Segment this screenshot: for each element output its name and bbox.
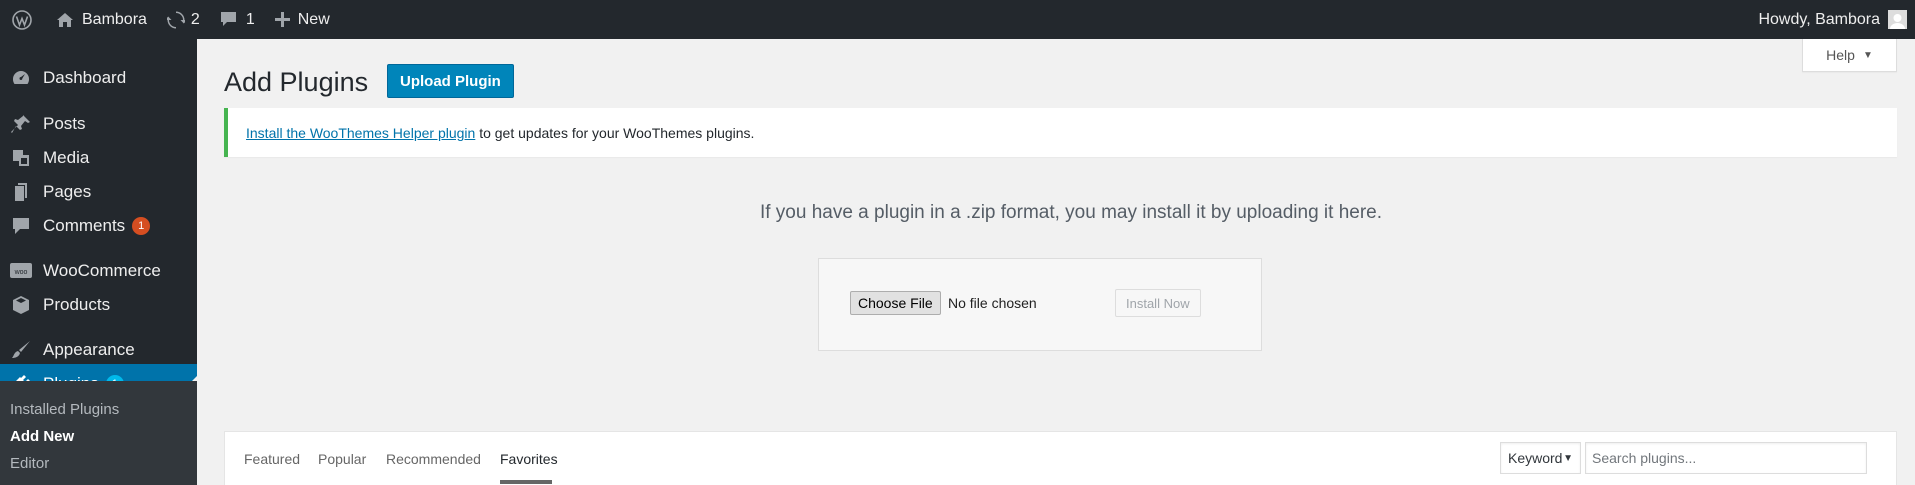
comments-icon [10,215,32,237]
menu-dashboard-label: Dashboard [43,68,127,87]
upload-plugin-button[interactable]: Upload Plugin [387,64,514,98]
menu-appearance-label: Appearance [43,340,135,359]
media-icon [10,147,32,169]
site-name: Bambora [82,10,147,28]
products-box-icon [10,294,32,316]
menu-pages-label: Pages [43,182,92,201]
new-content-menu[interactable]: New [265,0,340,39]
menu-media-label: Media [43,148,90,167]
wordpress-logo-icon [12,9,32,30]
my-account-menu[interactable]: Howdy, Bambora [1748,0,1915,39]
woocommerce-icon: woo [10,260,32,282]
dashboard-icon [10,67,32,89]
updates-menu[interactable]: 2 [157,0,210,39]
comment-bubble-icon [220,12,236,26]
user-avatar-icon [1890,14,1905,29]
search-type-select[interactable]: Keyword ▼ [1500,442,1581,474]
plugin-filter-bar: Featured Popular Recommended Favorites K… [224,431,1897,485]
menu-posts-label: Posts [43,114,86,133]
admin-sidebar: Dashboard Posts Media Pages Comments 1 w… [0,39,197,485]
avatar [1888,10,1907,29]
admin-bar: Bambora 2 1 New Howdy, Bambora [0,0,1915,39]
comments-count: 1 [245,10,255,28]
menu-products-label: Products [43,295,111,314]
help-label: Help [1826,47,1855,63]
tab-favorites[interactable]: Favorites [500,451,558,467]
search-type-value: Keyword [1508,450,1563,466]
howdy-text: Howdy, Bambora [1758,10,1880,28]
menu-comments-label: Comments [43,216,126,235]
tab-popular[interactable]: Popular [318,451,366,467]
tab-recommended[interactable]: Recommended [386,451,481,467]
updates-icon [166,11,185,28]
dropdown-arrow-icon: ▼ [1563,452,1573,464]
comments-menu[interactable]: 1 [210,0,265,39]
plus-icon [274,12,290,27]
current-tab-underline [500,480,552,484]
no-file-chosen-text: No file chosen [948,295,1037,311]
menu-woocommerce-label: WooCommerce [43,261,161,280]
comments-badge: 1 [132,217,151,235]
submenu-editor[interactable]: Editor [10,455,49,472]
help-tab[interactable]: Help ▼ [1802,39,1897,72]
page-title: Add Plugins [224,67,369,97]
woothemes-notice: Install the WooThemes Helper plugin to g… [224,108,1897,157]
pages-icon [10,181,32,203]
new-label: New [297,10,330,28]
notice-text: to get updates for your WooThemes plugin… [475,124,755,141]
menu-comments[interactable]: Comments 1 [0,206,197,246]
plugins-submenu: Installed Plugins Add New Editor [0,381,197,485]
search-plugins-input[interactable] [1585,442,1867,474]
updates-count: 2 [190,10,200,28]
wordpress-logo-menu[interactable] [0,0,46,39]
site-name-menu[interactable]: Bambora [46,0,157,39]
upload-form: Choose File No file chosen Install Now [818,258,1262,351]
choose-file-button[interactable]: Choose File [850,291,941,315]
caret-down-icon: ▼ [1862,49,1873,61]
submenu-add-new[interactable]: Add New [10,428,74,445]
woothemes-helper-link[interactable]: Install the WooThemes Helper plugin [246,125,475,141]
menu-products[interactable]: Products [0,285,197,325]
pushpin-icon [10,113,32,135]
upload-instructions: If you have a plugin in a .zip format, y… [759,202,1383,223]
submenu-installed-plugins[interactable]: Installed Plugins [10,401,119,418]
main-content: Add Plugins Upload Plugin Help ▼ Install… [197,39,1915,485]
menu-dashboard[interactable]: Dashboard [0,58,197,98]
paintbrush-icon [10,339,32,361]
home-icon [57,12,73,27]
install-now-button[interactable]: Install Now [1115,289,1201,317]
svg-text:woo: woo [14,269,28,276]
tab-featured[interactable]: Featured [244,451,300,467]
